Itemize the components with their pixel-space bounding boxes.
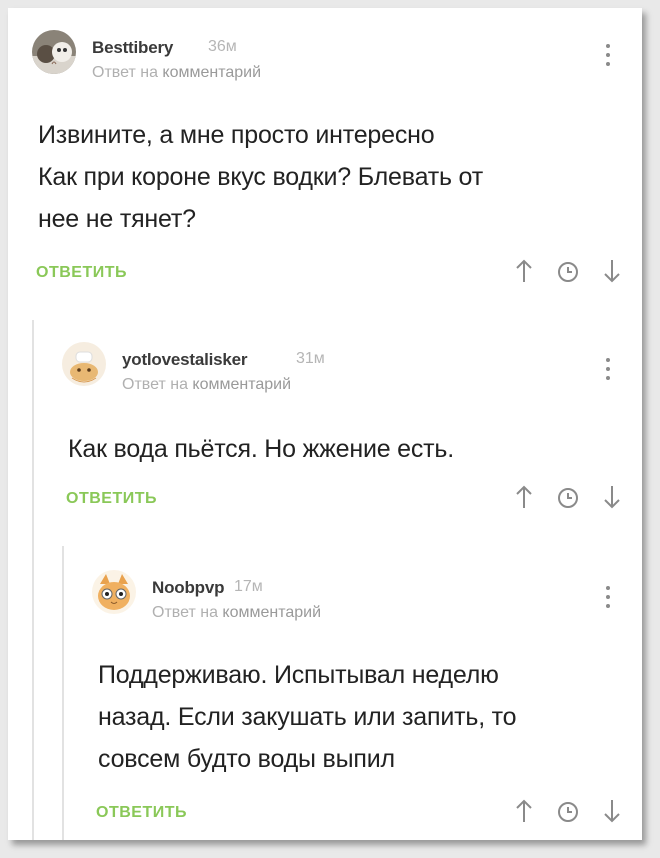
reply-to-line: Ответ на комментарий: [152, 604, 321, 622]
comment-time: 36м: [208, 38, 237, 55]
comment-actions: [512, 798, 622, 824]
parent-comment-link[interactable]: комментарий: [162, 64, 261, 81]
text-line: Как вода пьётся. Но жжение есть.: [68, 435, 455, 463]
arrow-down-icon[interactable]: [600, 484, 624, 510]
avatar[interactable]: [92, 570, 136, 614]
comment-besttibery: Besttibery 36м Ответ на комментарий Изви…: [32, 30, 622, 290]
arrow-down-icon[interactable]: [600, 798, 624, 824]
text-line: Извините, а мне просто интересно: [38, 121, 435, 149]
comment-menu-icon[interactable]: [604, 586, 612, 614]
thread-line: [62, 546, 64, 840]
avatar[interactable]: [62, 342, 106, 386]
arrow-down-icon[interactable]: [600, 258, 624, 284]
reply-button[interactable]: ОТВЕТИТЬ: [96, 804, 187, 822]
comment-time: 31м: [296, 350, 325, 367]
comment-noobpvp: Noobpvp 17м Ответ на комментарий Поддерж…: [92, 570, 622, 830]
thread-line: [32, 320, 34, 840]
comment-text: Извините, а мне просто интересно Как при…: [38, 114, 483, 240]
comment-text: Как вода пьётся. Но жжение есть.: [68, 428, 454, 470]
reply-to-line: Ответ на комментарий: [92, 64, 261, 82]
comment-text: Поддерживаю. Испытывал неделю назад. Есл…: [98, 654, 517, 780]
comment-time: 17м: [234, 578, 263, 595]
parent-comment-link[interactable]: комментарий: [222, 604, 321, 621]
clock-icon[interactable]: [556, 484, 580, 510]
text-line: Как при короне вкус водки? Блевать от: [38, 163, 483, 191]
comment-actions: [512, 484, 622, 510]
text-line: назад. Если закушать или запить, то: [98, 703, 517, 731]
arrow-up-icon[interactable]: [512, 484, 536, 510]
text-line: нее не тянет?: [38, 205, 196, 233]
clock-icon[interactable]: [556, 798, 580, 824]
arrow-up-icon[interactable]: [512, 258, 536, 284]
author-name[interactable]: yotlovestalisker: [122, 350, 248, 370]
comment-menu-icon[interactable]: [604, 358, 612, 386]
reply-prefix: Ответ на: [122, 376, 188, 393]
reply-prefix: Ответ на: [152, 604, 218, 621]
author-name[interactable]: Besttibery: [92, 38, 173, 58]
comments-card: Besttibery 36м Ответ на комментарий Изви…: [8, 8, 642, 840]
author-name[interactable]: Noobpvp: [152, 578, 224, 598]
reply-to-line: Ответ на комментарий: [122, 376, 291, 394]
text-line: совсем будто воды выпил: [98, 745, 395, 773]
clock-icon[interactable]: [556, 258, 580, 284]
avatar[interactable]: [32, 30, 76, 74]
text-line: Поддерживаю. Испытывал неделю: [98, 661, 499, 689]
parent-comment-link[interactable]: комментарий: [192, 376, 291, 393]
arrow-up-icon[interactable]: [512, 798, 536, 824]
comment-menu-icon[interactable]: [604, 44, 612, 72]
reply-button[interactable]: ОТВЕТИТЬ: [66, 490, 157, 508]
reply-button[interactable]: ОТВЕТИТЬ: [36, 264, 127, 282]
comment-yotlovestalisker: yotlovestalisker 31м Ответ на комментари…: [62, 342, 622, 522]
reply-prefix: Ответ на: [92, 64, 158, 81]
comment-actions: [512, 258, 622, 284]
